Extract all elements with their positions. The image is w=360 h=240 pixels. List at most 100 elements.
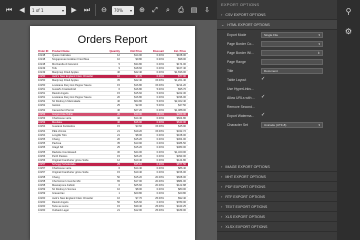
export-watermarks-checkbox[interactable]: ✓	[261, 113, 266, 118]
table-cell: $443.25	[176, 204, 186, 208]
table-cell: 15.00%	[155, 125, 164, 129]
table-cell: 0.00%	[156, 75, 164, 79]
export-icon[interactable]: ⇩	[202, 4, 212, 16]
table-cell: 35	[117, 79, 120, 83]
chevron-right-icon: ›	[221, 184, 223, 189]
chevron-down-icon: ▾	[318, 122, 320, 127]
table-cell: 10254	[38, 125, 46, 129]
table-cell: 10252	[38, 104, 46, 108]
first-page-icon[interactable]: ⏮	[4, 4, 14, 16]
option-value: Document	[264, 68, 278, 73]
export-mode-select[interactable]: Single File ▾	[261, 31, 323, 38]
table-cell: $95.76	[178, 87, 186, 91]
section-label: XLS EXPORT OPTIONS	[225, 214, 265, 219]
table-cell: 0.00%	[156, 112, 164, 116]
table-cell: Louisiana Fiery Hot Pepper Sauce	[52, 96, 92, 100]
table-cell: 0.00%	[156, 200, 164, 204]
document-viewer[interactable]: Orders Report Order ID Product Name Quan…	[0, 20, 217, 240]
fit-page-icon[interactable]: ⤢	[150, 4, 160, 16]
table-cell: $42.40	[134, 70, 142, 74]
table-cell: $200.00	[176, 112, 186, 116]
table-cell: 5.00%	[156, 91, 164, 95]
table-cell: $604.80	[176, 117, 186, 120]
table-cell: 40	[117, 100, 120, 104]
export-section[interactable]: › XLSX EXPORT OPTIONS	[217, 222, 337, 232]
export-section[interactable]: › XLS EXPORT OPTIONS	[217, 212, 337, 222]
page-range-input[interactable]	[261, 58, 323, 65]
page-border-color-picker[interactable]: ▾	[261, 40, 323, 47]
table-cell: 25	[117, 146, 120, 150]
table-cell: Manjimup Dried Apples	[52, 70, 79, 74]
print-page-icon[interactable]: ▤	[189, 4, 199, 16]
table-cell: 10257	[38, 163, 46, 167]
page-selector[interactable]: 1 of 1 ▾	[30, 5, 66, 15]
table-cell: $15.20	[134, 175, 142, 179]
table-cell: $124.80	[176, 158, 186, 162]
next-page-icon[interactable]: ▶	[69, 4, 79, 16]
print-icon[interactable]: ⎙	[176, 4, 186, 16]
table-cell: $8.00	[135, 188, 143, 192]
zoom-in-icon[interactable]: ⊕	[137, 4, 147, 16]
table-cell: Schoggi Schokolade	[52, 163, 76, 167]
table-cell: 25.00%	[155, 204, 164, 208]
table-cell: Tofu	[52, 66, 57, 70]
charset-option: Character Set Unicode (UTF-8) ▾	[217, 120, 337, 129]
use-hyperlinks-checkbox[interactable]	[261, 86, 266, 91]
table-cell: 20	[117, 137, 120, 141]
table-cell: Gorgonzola Telino	[52, 112, 73, 116]
remove-secondary-checkbox[interactable]	[261, 104, 266, 109]
allow-urls-checkbox[interactable]: ✓	[261, 95, 266, 100]
table-cell: 0.00%	[156, 167, 164, 171]
export-section[interactable]: › TEXT EXPORT OPTIONS	[217, 202, 337, 212]
column-header: Ext. Price	[174, 50, 186, 53]
export-section[interactable]: › PDF EXPORT OPTIONS	[217, 182, 337, 192]
search-icon[interactable]: ⌕	[163, 4, 173, 16]
table-cell: 6	[118, 184, 120, 187]
option-label: Remove Second...	[227, 104, 255, 109]
tool-strip: ⚲ ⚙	[337, 0, 360, 240]
html-export-section[interactable]: ⌄ HTML EXPORT OPTIONS	[217, 20, 337, 30]
table-cell: Pâté chinois	[52, 129, 67, 133]
table-cell: $12.00	[134, 209, 142, 213]
charset-select[interactable]: Unicode (UTF-8) ▾	[261, 121, 323, 128]
table-cell: $34.80	[134, 62, 142, 66]
title-input[interactable]: Document	[261, 67, 323, 74]
table-cell: $1,696.00	[174, 70, 186, 74]
option-label: Export Waterma...	[227, 113, 255, 118]
page-border-width-input[interactable]: ⇕	[261, 49, 323, 56]
table-layout-checkbox[interactable]: ✓	[261, 77, 266, 82]
remove-secondary-option: Remove Second...	[217, 102, 337, 111]
table-cell: 5.00%	[156, 100, 164, 104]
prev-page-icon[interactable]: ◀	[17, 4, 27, 16]
table-cell: 10260	[38, 196, 46, 200]
table-cell: 42	[117, 117, 120, 120]
table-cell: $884.00	[176, 179, 186, 183]
csv-export-section[interactable]: › CSV EXPORT OPTIONS	[217, 10, 337, 20]
last-page-icon[interactable]: ⏭	[82, 4, 92, 16]
settings-icon[interactable]: ⚙	[342, 24, 356, 38]
table-cell: 10260	[38, 200, 46, 204]
table-cell: Pavlova	[52, 142, 62, 146]
zoom-selector[interactable]: 70% ▾	[112, 5, 134, 15]
table-cell: $14.40	[134, 117, 142, 120]
option-label: Export Mode	[227, 32, 247, 37]
zoom-out-icon[interactable]: ⊖	[99, 4, 109, 16]
table-cell: 10249	[38, 66, 46, 70]
table-cell: $14.00	[134, 54, 142, 58]
table-cell: 10258	[38, 184, 46, 187]
table-cell: 0.00%	[156, 58, 164, 62]
table-cell: 0.00%	[156, 54, 164, 58]
export-section[interactable]: › IMAGE EXPORT OPTIONS	[217, 162, 337, 172]
table-cell: 10254	[38, 129, 46, 133]
table-cell: Mozzarella di Giovanni	[52, 62, 79, 66]
table-cell: $780.00	[176, 200, 186, 204]
table-cell: 0.00%	[156, 142, 164, 146]
option-label: Table Layout	[227, 77, 247, 82]
table-cell: $1,088.00	[174, 108, 186, 112]
parameters-icon[interactable]: ⚲	[342, 4, 356, 18]
table-cell: 0.00%	[156, 171, 164, 175]
export-section[interactable]: › MHT EXPORT OPTIONS	[217, 172, 337, 182]
export-section[interactable]: › RTF EXPORT OPTIONS	[217, 192, 337, 202]
table-cell: 10251	[38, 96, 46, 100]
title-option: Title Document	[217, 66, 337, 75]
